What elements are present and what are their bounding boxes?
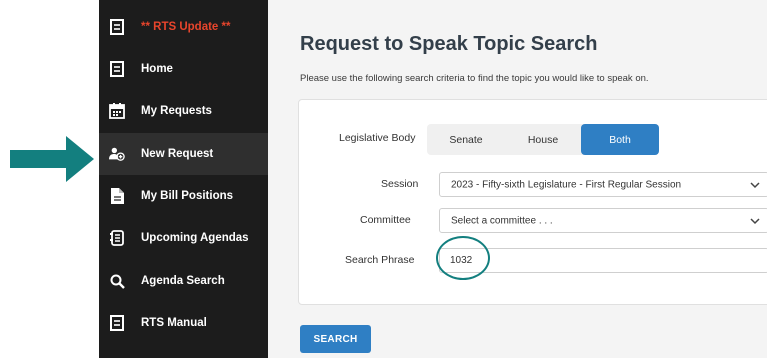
- legislative-body-toggle: Senate House Both: [427, 124, 659, 155]
- committee-value: Select a committee . . .: [451, 215, 553, 226]
- document-icon: [109, 61, 125, 77]
- sidebar-item-label: RTS Manual: [141, 317, 207, 329]
- sidebar-item-my-bill-positions[interactable]: My Bill Positions: [99, 175, 268, 217]
- sidebar-item-label: Agenda Search: [141, 275, 225, 287]
- sidebar-item-my-requests[interactable]: My Requests: [99, 90, 268, 132]
- sidebar-item-label: New Request: [141, 148, 214, 160]
- search-form-panel: Legislative Body Senate House Both Sessi…: [298, 99, 767, 305]
- sidebar-item-label: Home: [141, 63, 173, 75]
- page-title: Request to Speak Topic Search: [300, 33, 598, 55]
- sidebar-item-rts-manual[interactable]: RTS Manual: [99, 302, 268, 344]
- calendar-icon: [109, 103, 125, 119]
- sidebar-item-upcoming-agendas[interactable]: Upcoming Agendas: [99, 217, 268, 259]
- session-label: Session: [381, 178, 419, 190]
- sidebar-item-label: My Bill Positions: [141, 190, 234, 202]
- session-select[interactable]: 2023 - Fifty-sixth Legislature - First R…: [439, 172, 767, 197]
- sidebar-item-label: ** RTS Update **: [141, 21, 231, 33]
- chevron-down-icon: [750, 217, 760, 224]
- committee-select[interactable]: Select a committee . . .: [439, 208, 767, 233]
- document-icon: [109, 315, 125, 331]
- chevron-down-icon: [750, 181, 760, 188]
- file-icon: [109, 188, 125, 204]
- search-icon: [109, 273, 125, 289]
- both-option[interactable]: Both: [581, 124, 659, 155]
- sidebar-item-label: My Requests: [141, 105, 212, 117]
- legislative-body-label: Legislative Body: [339, 132, 416, 144]
- add-person-icon: [109, 146, 125, 162]
- search-button[interactable]: SEARCH: [300, 325, 371, 353]
- search-phrase-label: Search Phrase: [345, 254, 415, 266]
- session-value: 2023 - Fifty-sixth Legislature - First R…: [451, 179, 682, 190]
- main-content: Request to Speak Topic Search Please use…: [268, 0, 767, 358]
- sidebar-item-label: Upcoming Agendas: [141, 232, 249, 244]
- sidebar-item-home[interactable]: Home: [99, 48, 268, 90]
- search-phrase-input[interactable]: [439, 248, 767, 273]
- document-icon: [109, 19, 125, 35]
- committee-label: Committee: [360, 214, 411, 226]
- house-option[interactable]: House: [509, 124, 577, 155]
- page-subtitle: Please use the following search criteria…: [300, 73, 649, 84]
- sidebar-item-rts-update[interactable]: ** RTS Update **: [99, 6, 268, 48]
- annotation-arrow-icon: [10, 136, 94, 182]
- agenda-icon: [109, 230, 125, 246]
- senate-option[interactable]: Senate: [435, 124, 497, 155]
- sidebar-item-new-request[interactable]: New Request: [99, 133, 274, 175]
- page-root: ** RTS Update ** Home My Requests New Re…: [0, 0, 767, 358]
- sidebar: ** RTS Update ** Home My Requests New Re…: [99, 0, 274, 358]
- sidebar-item-agenda-search[interactable]: Agenda Search: [99, 260, 268, 302]
